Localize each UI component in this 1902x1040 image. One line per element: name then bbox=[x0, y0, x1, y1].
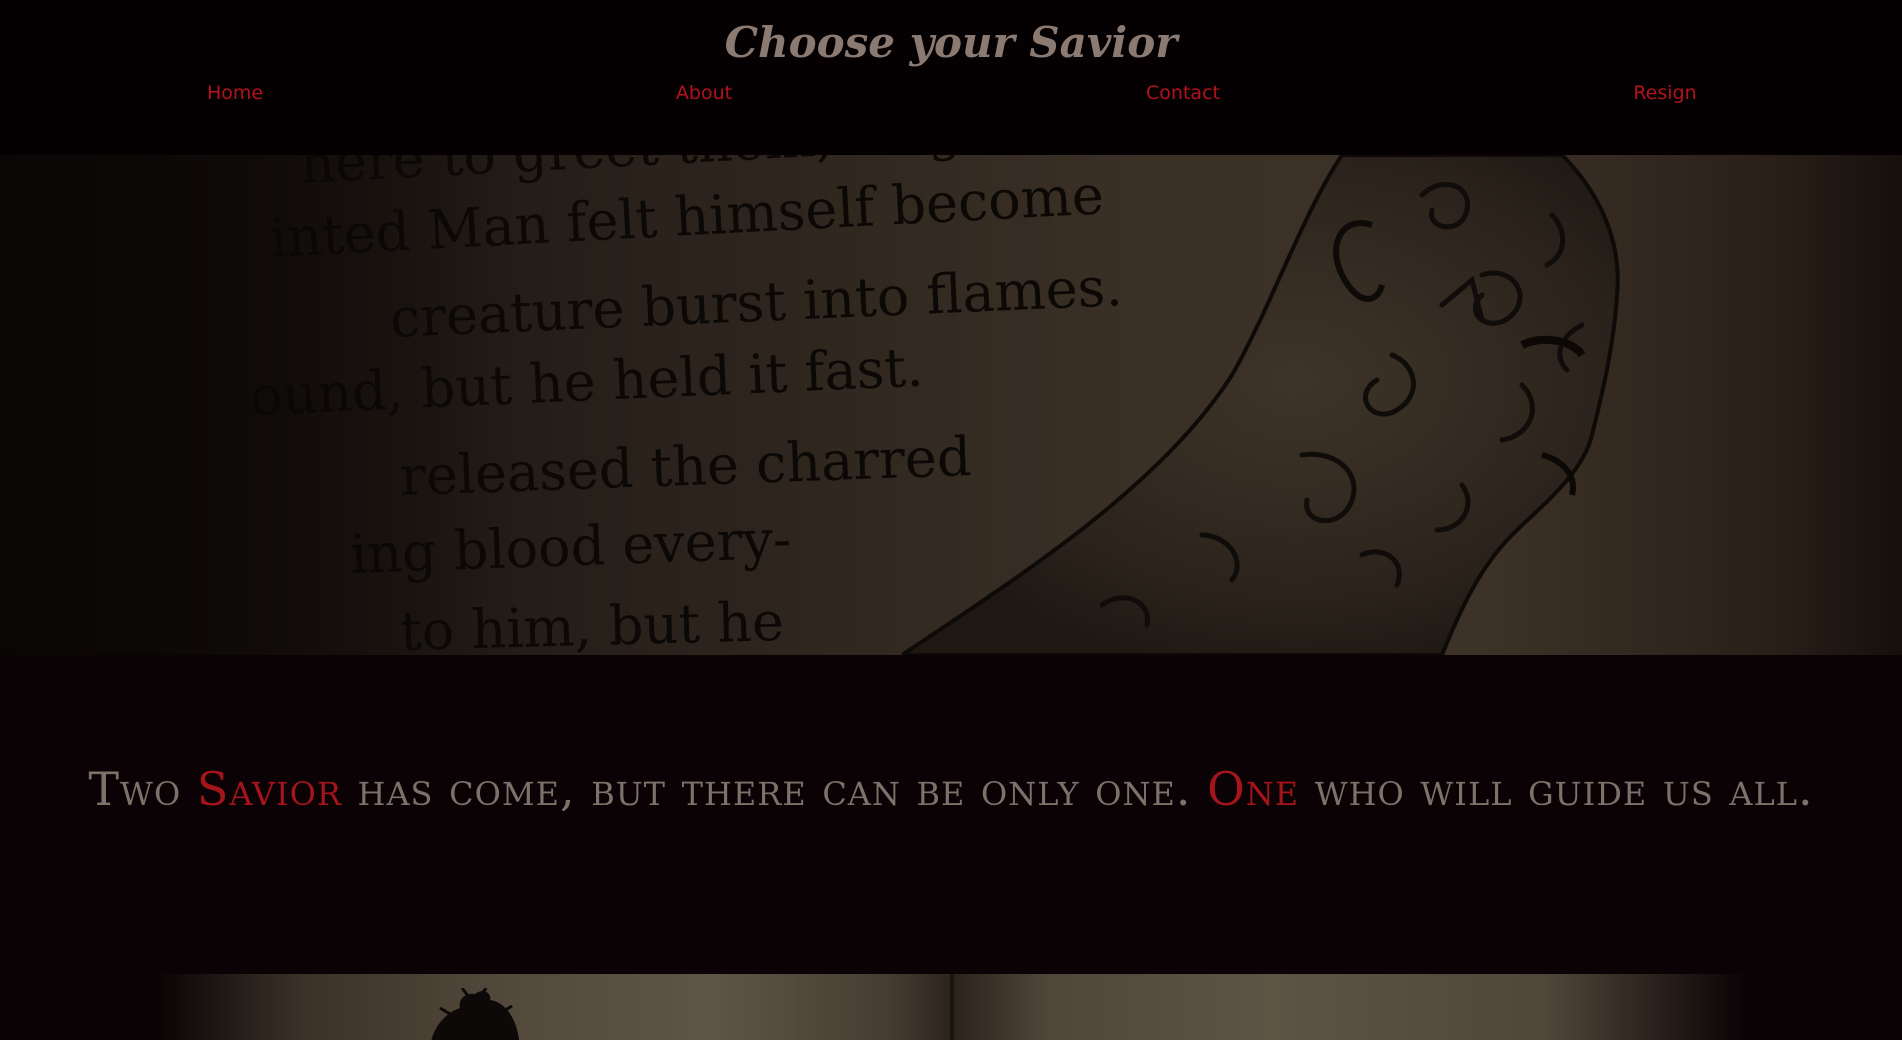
nav-about-link[interactable]: About bbox=[676, 82, 732, 104]
open-book-image bbox=[160, 974, 1742, 1040]
tagline-text: has come, but there can be only one. bbox=[341, 762, 1208, 816]
site-title: Choose your Savior bbox=[724, 18, 1178, 67]
hero-dark-fade bbox=[0, 155, 520, 655]
main-nav: Home About Contact Resign bbox=[0, 82, 1902, 112]
tagline-text: Two bbox=[88, 762, 197, 816]
tagline: Two Savior has come, but there can be on… bbox=[60, 766, 1842, 812]
dragon-emblem-icon bbox=[431, 988, 520, 1040]
book-left-page bbox=[160, 974, 950, 1040]
page: Choose your Savior Home About Contact Re… bbox=[0, 0, 1902, 1040]
nav-resign-link[interactable]: Resign bbox=[1633, 82, 1696, 104]
tagline-accent-one: One bbox=[1207, 762, 1300, 816]
tattooed-man-illustration bbox=[902, 155, 1620, 655]
site-header: Choose your Savior Home About Contact Re… bbox=[0, 0, 1902, 155]
nav-home-link[interactable]: Home bbox=[207, 82, 263, 104]
tagline-accent-savior: Savior bbox=[196, 762, 342, 816]
tagline-text: who will guide us all. bbox=[1299, 762, 1814, 816]
book-right-page bbox=[954, 974, 1742, 1040]
hero-banner-image: here to greet them, bright and inted Man… bbox=[0, 155, 1902, 655]
nav-contact-link[interactable]: Contact bbox=[1146, 82, 1220, 104]
